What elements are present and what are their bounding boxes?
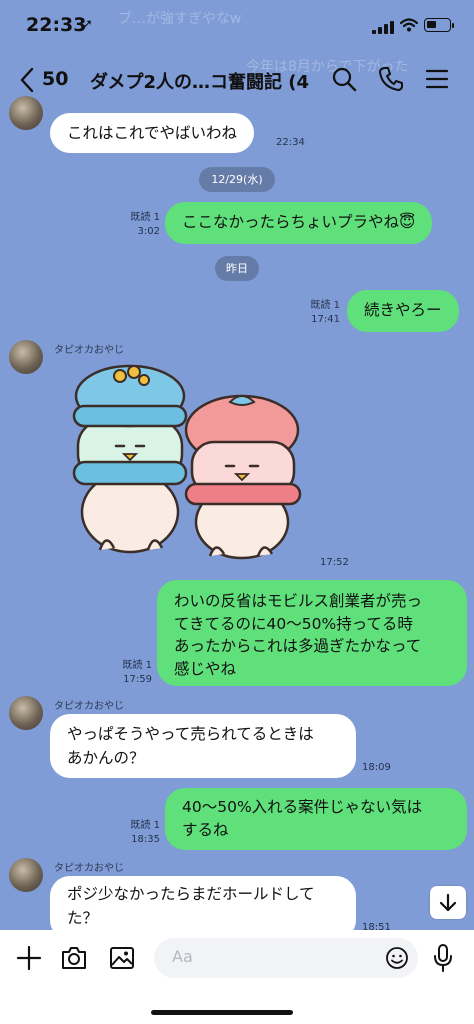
home-indicator <box>151 1010 293 1015</box>
message-meta: 既読 1 18:35 <box>118 819 160 847</box>
message-line: あったからこれは多過ぎたかなって <box>174 637 422 655</box>
message-meta: 既読 1 17:59 <box>108 659 152 687</box>
message-line: 40〜50%入れる案件じゃない気は <box>182 798 423 816</box>
battery-cap <box>452 23 454 28</box>
read-receipt: 既読 1 <box>310 300 340 311</box>
sender-name: タピオカおやじ <box>54 701 124 712</box>
message-line: てきてるのに40〜50%持ってる時 <box>174 614 413 633</box>
sticker-image[interactable] <box>60 362 310 562</box>
message-time: 18:35 <box>131 834 160 845</box>
message-input-placeholder: Aa <box>172 947 193 966</box>
battery-icon <box>424 18 451 32</box>
message-bubble-outgoing[interactable]: ここなかったらちょいプラやね😇 <box>165 202 433 244</box>
read-receipt: 既読 1 <box>130 212 160 223</box>
search-icon[interactable] <box>331 66 357 92</box>
message-line: 感じやね <box>174 659 237 678</box>
chevron-left-icon[interactable] <box>18 66 36 94</box>
chat-header: 50 ダメプ2人の…コ奮闘記 (4) <box>0 58 474 104</box>
message-bubble-incoming[interactable]: これはこれでやばいわね <box>50 113 255 153</box>
phone-icon[interactable] <box>378 66 404 92</box>
emoji-icon[interactable] <box>385 946 409 970</box>
message-time: 22:34 <box>276 137 305 148</box>
sender-name: タピオカおやじ <box>54 345 124 356</box>
message-line: わいの反省はモビルス創業者が売っ <box>174 592 423 610</box>
read-receipt: 既読 1 <box>130 820 160 831</box>
avatar[interactable] <box>9 340 43 374</box>
message-text: これはこれでやばいわね <box>67 124 238 142</box>
message-time: 18:51 <box>362 922 391 930</box>
location-arrow-icon: ➚ <box>82 17 93 32</box>
ghost-notification: ブ…が強すぎやなw <box>118 11 242 27</box>
message-line: ポジ少なかったらまだホールドして <box>67 885 315 903</box>
message-bubble-outgoing[interactable]: わいの反省はモビルス創業者が売っ てきてるのに40〜50%持ってる時 あったから… <box>157 580 467 686</box>
message-line: た？ <box>67 909 99 927</box>
message-time: 3:02 <box>137 226 160 237</box>
avatar[interactable] <box>9 96 43 130</box>
wifi-icon <box>400 18 418 32</box>
message-time: 18:09 <box>362 762 391 773</box>
sender-name: タピオカおやじ <box>54 863 124 874</box>
message-line: あかんの？ <box>67 749 145 767</box>
arrow-down-icon <box>439 893 457 912</box>
date-separator: 12/29(水) <box>199 167 275 192</box>
message-text: ここなかったらちょいプラやね😇 <box>182 213 416 231</box>
chat-background: ブ…が強すぎやなw 今年は8月からで下がった 22:33 ➚ 50 ダメプ2人の… <box>0 0 474 930</box>
message-composer-bar: Aa <box>0 930 474 1024</box>
image-icon[interactable] <box>109 945 135 971</box>
message-meta: 既読 1 3:02 <box>118 211 160 239</box>
chat-title[interactable]: ダメプ2人の…コ奮闘記 (4) <box>90 68 310 94</box>
plus-icon[interactable] <box>16 945 42 971</box>
status-bar: ブ…が強すぎやなw 今年は8月からで下がった 22:33 ➚ <box>0 0 474 75</box>
back-unread-count[interactable]: 50 <box>42 68 68 90</box>
message-bubble-outgoing[interactable]: 40〜50%入れる案件じゃない気は するね <box>165 788 467 850</box>
scroll-to-bottom-button[interactable] <box>430 886 466 919</box>
message-time: 17:52 <box>320 557 349 568</box>
message-line: やっぱそうやって売られてるときは <box>67 725 314 743</box>
date-separator: 昨日 <box>215 256 259 281</box>
message-meta: 既読 1 17:41 <box>296 299 340 327</box>
message-input[interactable]: Aa <box>154 938 418 978</box>
avatar[interactable] <box>9 858 43 892</box>
status-time: 22:33 <box>26 14 87 36</box>
message-text: 続きやろー <box>364 301 442 319</box>
message-time: 17:59 <box>123 674 152 685</box>
camera-icon[interactable] <box>60 945 88 971</box>
read-receipt: 既読 1 <box>122 660 152 671</box>
menu-icon[interactable] <box>425 66 449 92</box>
avatar[interactable] <box>9 696 43 730</box>
message-line: するね <box>182 821 229 839</box>
message-bubble-incoming[interactable]: ポジ少なかったらまだホールドして た？ <box>50 876 356 930</box>
message-bubble-outgoing[interactable]: 続きやろー <box>347 290 459 332</box>
microphone-icon[interactable] <box>432 943 454 973</box>
cell-signal-icon <box>372 20 394 34</box>
message-time: 17:41 <box>311 314 340 325</box>
message-bubble-incoming[interactable]: やっぱそうやって売られてるときは あかんの？ <box>50 714 356 778</box>
